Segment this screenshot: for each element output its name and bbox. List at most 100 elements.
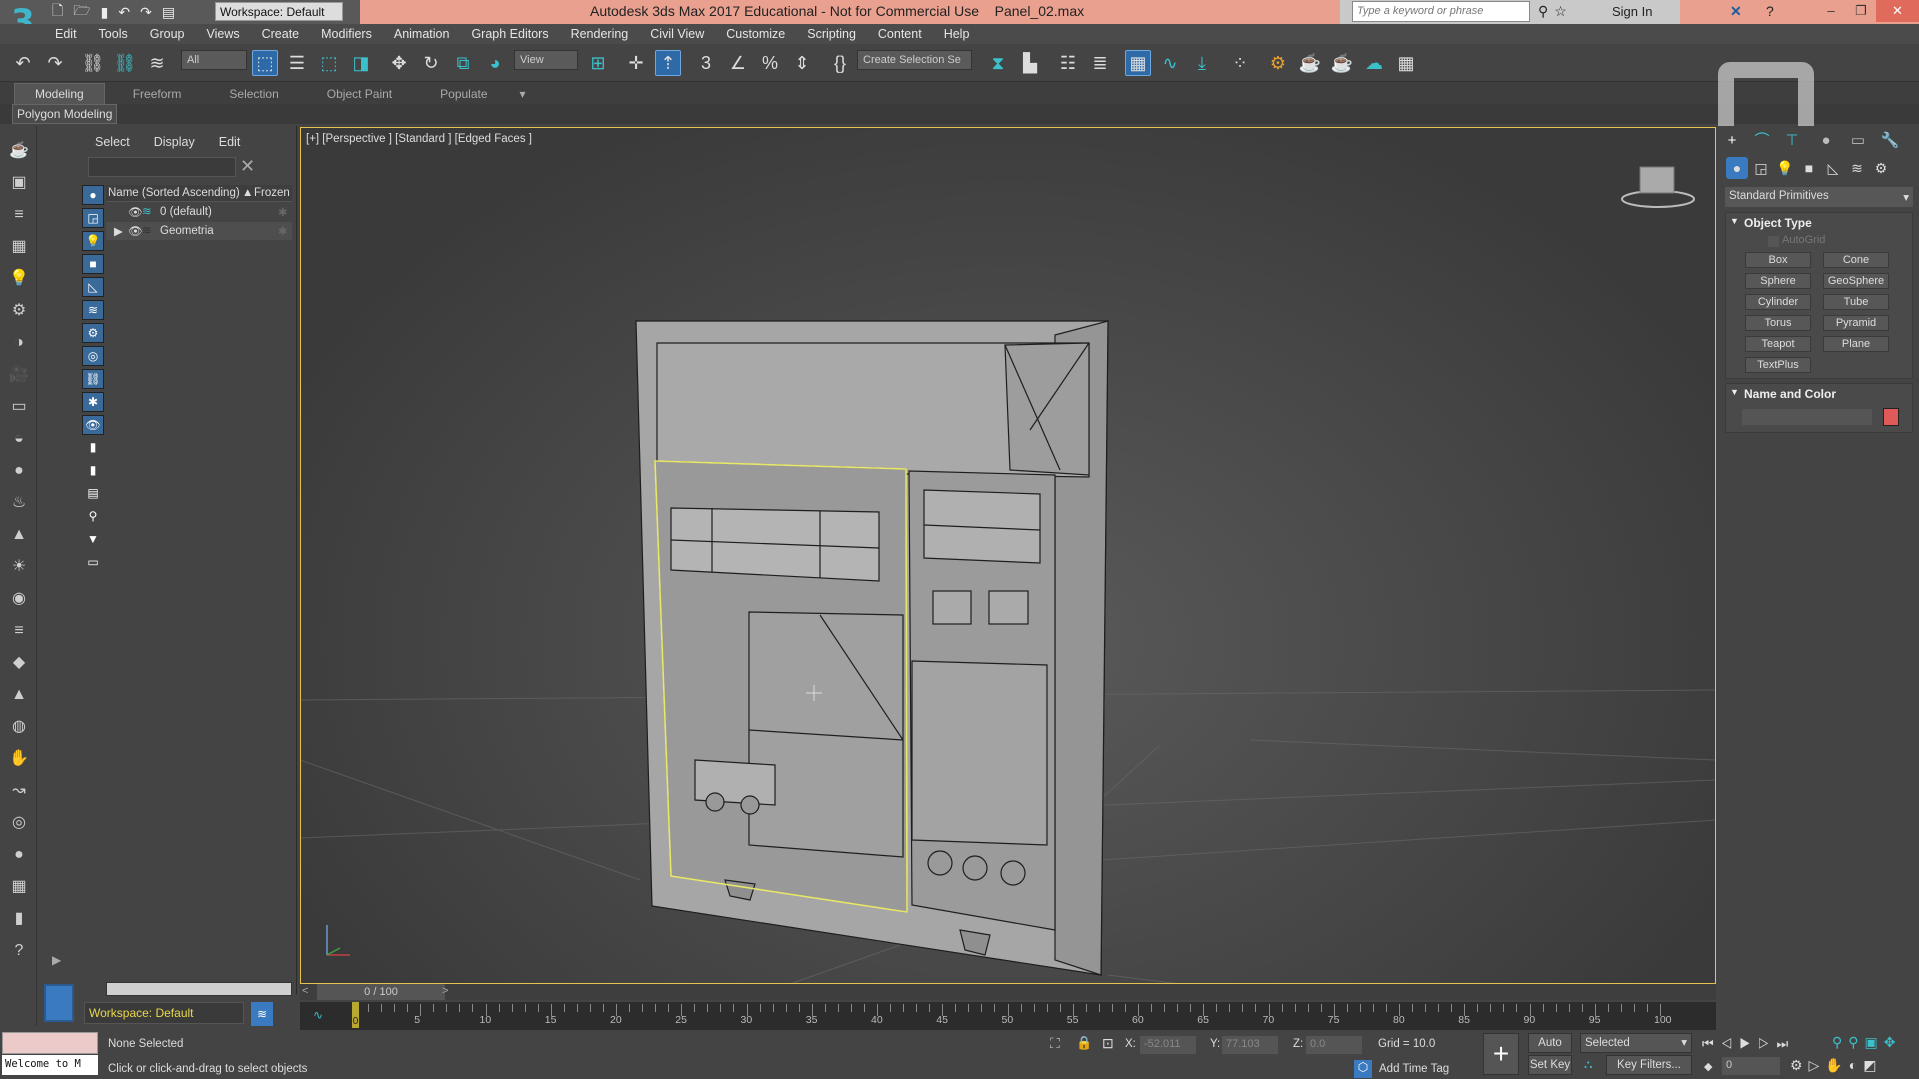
menu-modifiers[interactable]: Modifiers <box>321 27 372 41</box>
menu-tools[interactable]: Tools <box>99 27 128 41</box>
selection-lock-icon[interactable]: 🔒 <box>1076 1035 1092 1051</box>
teapot-button[interactable]: Teapot <box>1745 336 1811 352</box>
bind-space-warp-icon[interactable]: ≋ <box>144 50 170 76</box>
menu-scripting[interactable]: Scripting <box>807 27 856 41</box>
workspace-dropdown[interactable]: Workspace: Default <box>215 2 343 21</box>
name-and-color-header[interactable]: ▼ Name and Color <box>1726 384 1912 401</box>
tab-populate[interactable]: Populate <box>420 84 507 104</box>
menu-content[interactable]: Content <box>878 27 922 41</box>
layer-row[interactable]: ▶ 👁 ≋ Geometria ✱ <box>106 222 292 240</box>
space-warps-icon[interactable]: ≋ <box>1846 157 1868 179</box>
select-by-name-icon[interactable]: ☰ <box>284 50 310 76</box>
helpers-icon[interactable]: ◺ <box>1822 157 1844 179</box>
select-object-icon[interactable]: ⬚ <box>252 50 278 76</box>
command-strip-tool-icon[interactable]: ▲ <box>6 524 32 546</box>
layer-manager-icon[interactable]: ≋ <box>251 1002 273 1026</box>
explorer-filter-icon[interactable]: ◎ <box>82 346 104 366</box>
menu-edit[interactable]: Edit <box>55 27 77 41</box>
column-name[interactable]: Name (Sorted Ascending) <box>108 187 240 199</box>
viewport-navigation-controls[interactable]: ⚲⚲▣✥ <box>1832 1034 1901 1051</box>
lights-icon[interactable]: 💡 <box>1774 157 1796 179</box>
column-frozen[interactable]: Frozen <box>254 187 290 199</box>
cone-button[interactable]: Cone <box>1823 252 1889 268</box>
menu-views[interactable]: Views <box>206 27 239 41</box>
explorer-filter-icon[interactable]: ▤ <box>82 484 104 504</box>
new-file-icon[interactable]: 🗋 <box>52 0 63 24</box>
render-gallery-icon[interactable]: ▦ <box>1393 50 1419 76</box>
menu-create[interactable]: Create <box>262 27 300 41</box>
window-crossing-icon[interactable]: ◨ <box>348 50 374 76</box>
rectangular-selection-icon[interactable]: ⬚ <box>316 50 342 76</box>
render-production-icon[interactable]: ☕ <box>1329 50 1355 76</box>
command-strip-tool-icon[interactable]: ◑ <box>6 332 32 354</box>
shapes-icon[interactable]: ◲ <box>1750 157 1772 179</box>
frozen-icon[interactable]: ✱ <box>278 224 288 238</box>
command-strip-tool-icon[interactable]: ◒ <box>6 428 32 450</box>
menu-rendering[interactable]: Rendering <box>571 27 629 41</box>
command-strip-tool-icon[interactable]: ♨ <box>6 492 32 514</box>
scale-icon[interactable]: ⧉ <box>450 50 476 76</box>
object-category-dropdown[interactable]: Standard Primitives ▾ <box>1725 187 1913 207</box>
undo-icon[interactable]: ↶ <box>10 50 36 76</box>
explorer-filter-icon[interactable]: ▮ <box>82 461 104 481</box>
material-editor-icon[interactable]: ⁘ <box>1227 50 1253 76</box>
save-icon[interactable]: ▮ <box>101 4 109 21</box>
torus-button[interactable]: Torus <box>1745 315 1811 331</box>
layer-explorer-icon[interactable]: ≣ <box>1087 50 1113 76</box>
search-input[interactable]: Type a keyword or phrase <box>1352 1 1530 22</box>
hierarchy-tab-icon[interactable]: ⊤ <box>1780 130 1804 152</box>
cylinder-button[interactable]: Cylinder <box>1745 294 1811 310</box>
toggle-ribbon-icon[interactable]: ▦ <box>1125 50 1151 76</box>
modify-tab-icon[interactable]: ⌒ <box>1750 130 1774 152</box>
add-time-tag-button[interactable]: Add Time Tag <box>1379 1063 1449 1075</box>
absolute-mode-icon[interactable]: ⊡ <box>1102 1035 1114 1052</box>
command-strip-tool-icon[interactable]: ◍ <box>6 716 32 738</box>
rendered-frame-window-icon[interactable]: ☕ <box>1297 50 1323 76</box>
manipulate-icon[interactable]: ✛ <box>623 50 649 76</box>
tab-selection[interactable]: Selection <box>209 84 298 104</box>
command-strip-tool-icon[interactable]: ☀ <box>6 556 32 578</box>
create-tab-icon[interactable]: + <box>1720 130 1744 152</box>
menu-civil-view[interactable]: Civil View <box>650 27 704 41</box>
edit-named-selection-icon[interactable]: {} <box>827 50 853 76</box>
schematic-view-icon[interactable]: ⤓ <box>1189 50 1215 76</box>
expand-arrow-icon[interactable]: ▶ <box>114 224 123 238</box>
perspective-viewport[interactable] <box>300 127 1716 984</box>
rotate-icon[interactable]: ↻ <box>418 50 444 76</box>
key-filters-button[interactable]: Key Filters... <box>1606 1055 1692 1075</box>
tab-modeling[interactable]: Modeling <box>14 83 105 104</box>
command-strip-tool-icon[interactable]: ? <box>6 940 32 962</box>
x-coordinate-field[interactable]: -52.011 <box>1140 1036 1196 1054</box>
angle-snap-icon[interactable]: ∠ <box>725 50 751 76</box>
ribbon-options-icon[interactable]: ▾ <box>516 84 530 104</box>
project-icon[interactable]: ▤ <box>162 4 175 21</box>
explorer-menu-edit[interactable]: Edit <box>219 135 241 149</box>
command-strip-tool-icon[interactable]: ▦ <box>6 236 32 258</box>
place-icon[interactable]: ◕ <box>482 50 508 76</box>
maxscript-listener-input[interactable]: Welcome to M <box>2 1055 98 1075</box>
command-strip-tool-icon[interactable]: ⚙ <box>6 300 32 322</box>
explorer-filter-icon[interactable]: ▭ <box>82 553 104 573</box>
command-strip-tool-icon[interactable]: ☕ <box>6 140 32 162</box>
key-mode-dropdown[interactable]: Selected ▾ <box>1580 1033 1692 1053</box>
explorer-horizontal-scrollbar[interactable] <box>106 982 292 996</box>
set-key-button[interactable]: Set Key <box>1528 1055 1572 1075</box>
percent-snap-icon[interactable]: % <box>757 50 783 76</box>
explorer-filter-icon[interactable]: ■ <box>82 254 104 274</box>
current-frame-marker[interactable]: 0 <box>352 1002 359 1028</box>
time-tag-icon[interactable]: ⬡ <box>1354 1060 1372 1078</box>
set-key-big-icon[interactable]: + <box>1483 1033 1519 1075</box>
key-mode-toggle-icon[interactable]: ◆ <box>1704 1060 1712 1073</box>
y-coordinate-field[interactable]: 77.103 <box>1222 1036 1278 1054</box>
render-cloud-icon[interactable]: ☁ <box>1361 50 1387 76</box>
pyramid-button[interactable]: Pyramid <box>1823 315 1889 331</box>
visibility-eye-icon[interactable]: 👁 <box>128 205 143 219</box>
redo-icon[interactable]: ↷ <box>42 50 68 76</box>
move-icon[interactable]: ✥ <box>386 50 412 76</box>
command-strip-tool-icon[interactable]: ▮ <box>6 908 32 930</box>
prev-frame-arrow-icon[interactable]: < <box>302 985 308 997</box>
command-strip-tool-icon[interactable]: ◎ <box>6 812 32 834</box>
textplus-button[interactable]: TextPlus <box>1745 357 1811 373</box>
mirror-icon[interactable]: ⧗ <box>985 50 1011 76</box>
selection-filter-dropdown[interactable]: All <box>181 50 247 70</box>
